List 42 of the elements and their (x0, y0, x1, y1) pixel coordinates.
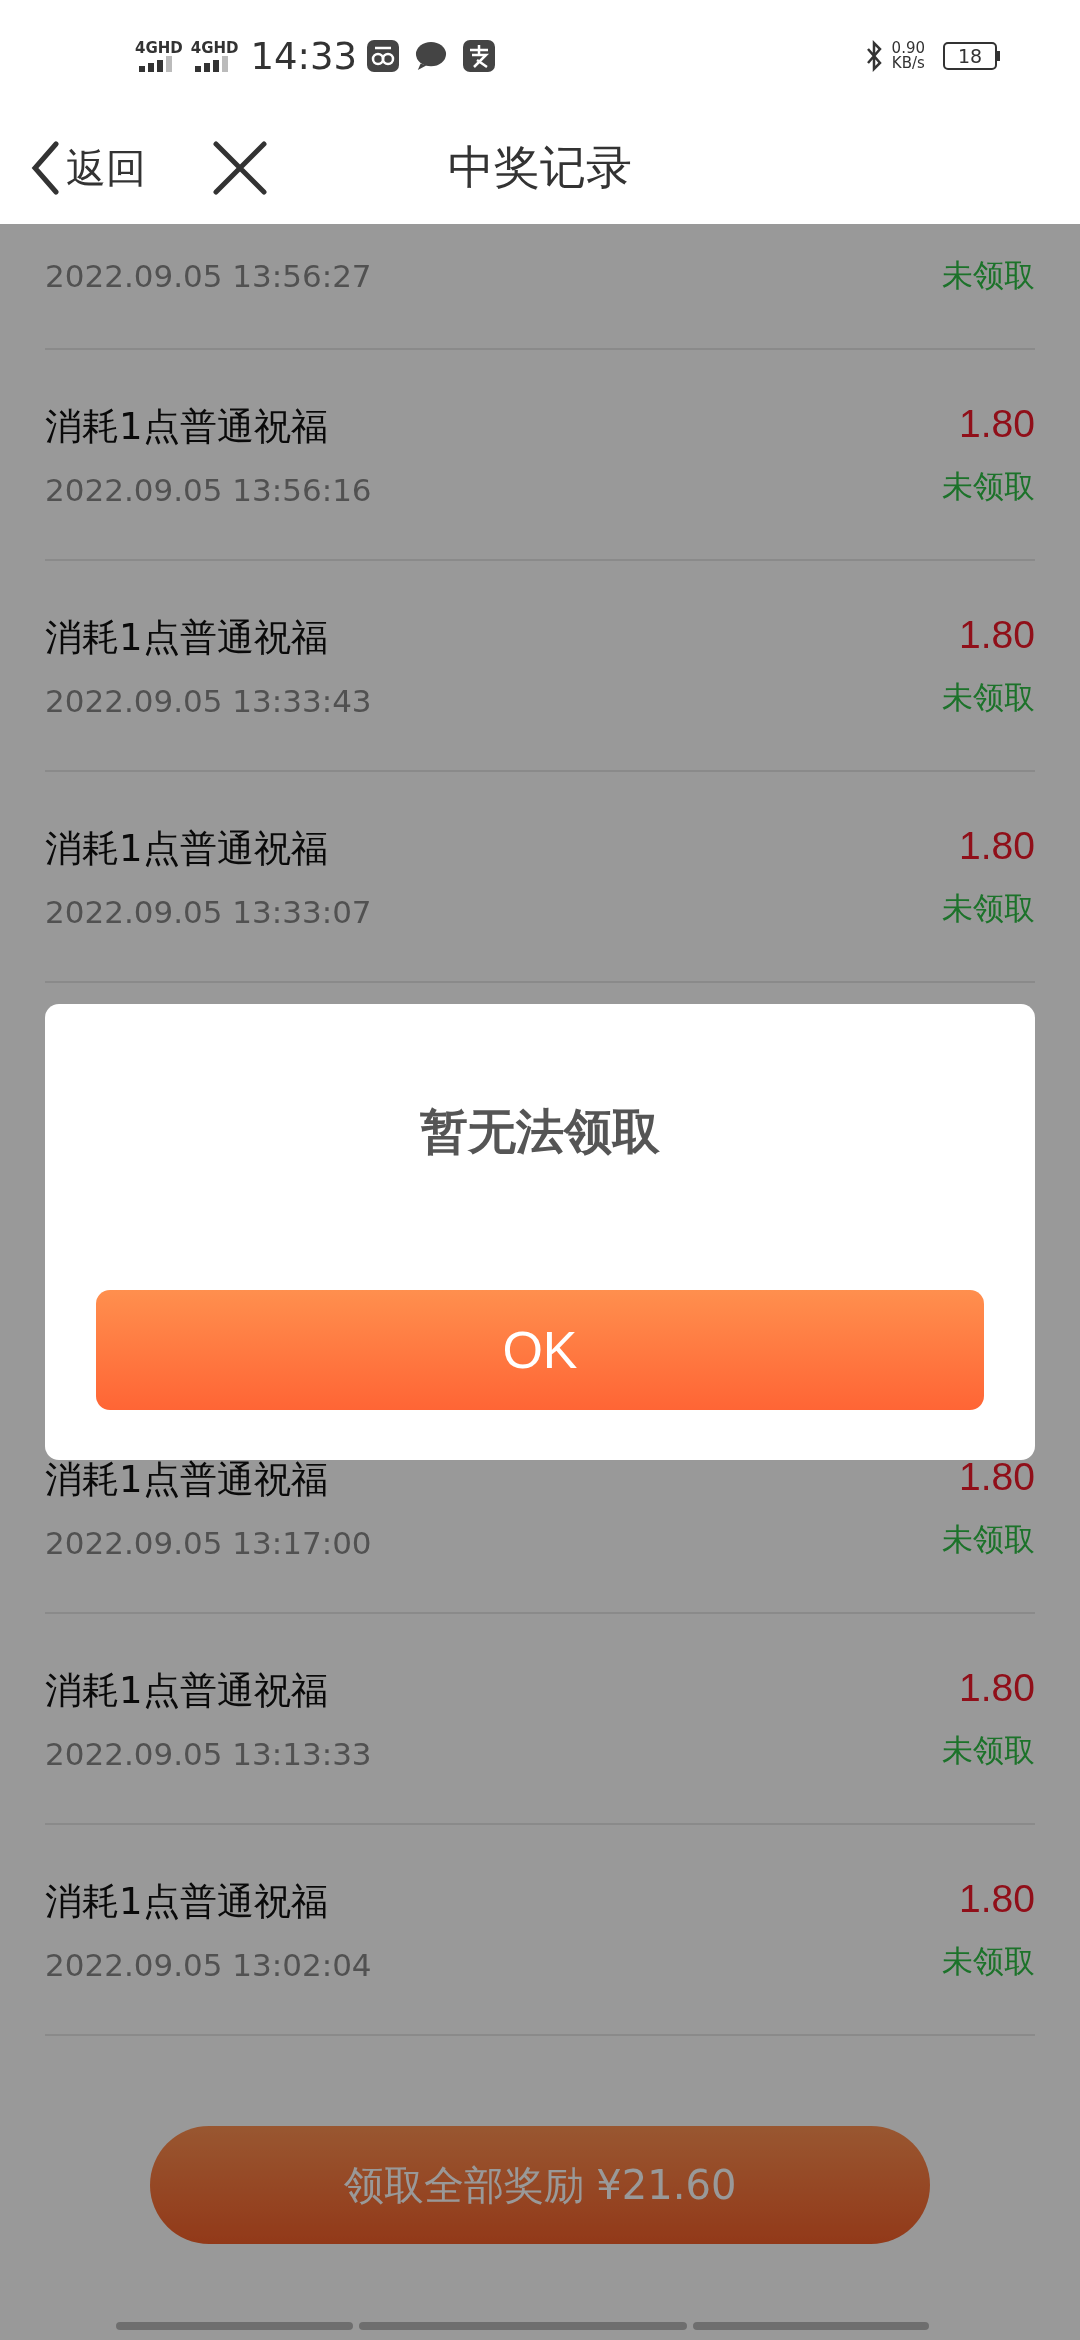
speed-unit: KB/s (891, 56, 925, 71)
record-title: 消耗1点普通祝福 (45, 1456, 329, 1503)
chevron-left-icon (30, 141, 60, 195)
record-time: 2022.09.05 13:33:43 (45, 682, 372, 719)
record-amount: 1.80 (959, 1665, 1035, 1710)
record-title: 消耗1点普通祝福 (45, 403, 329, 450)
dialog-message: 暂无法领取 (420, 1102, 660, 1161)
record-status: 未领取 (942, 255, 1035, 295)
record-time: 2022.09.05 13:02:04 (45, 1946, 372, 1983)
chat-bubble-icon (415, 40, 448, 72)
app-icon (367, 40, 400, 72)
back-button[interactable]: 返回 (30, 140, 146, 196)
record-title: 消耗1点普通祝福 (45, 825, 329, 872)
record-status: 未领取 (942, 1519, 1035, 1559)
record-time: 2022.09.05 13:13:33 (45, 1735, 372, 1772)
record-title: 消耗1点普通祝福 (45, 614, 329, 661)
record-amount: 1.80 (959, 401, 1035, 446)
record-title: 消耗1点普通祝福 (45, 1878, 329, 1925)
record-status: 未领取 (942, 677, 1035, 717)
record-title: 消耗1点普通祝福 (45, 1667, 329, 1714)
close-icon[interactable] (210, 138, 270, 198)
claim-all-button[interactable]: 领取全部奖励 ¥21.60 (150, 2126, 930, 2244)
ok-button[interactable]: OK (96, 1290, 984, 1410)
record-status: 未领取 (942, 466, 1035, 506)
record-time: 2022.09.05 13:17:00 (45, 1524, 372, 1561)
record-amount: 1.80 (959, 1454, 1035, 1499)
record-time: 2022.09.05 13:56:16 (45, 471, 372, 508)
network-label: 4GHD (190, 40, 239, 56)
record-amount: 1.80 (959, 612, 1035, 657)
record-amount: 1.80 (959, 1876, 1035, 1921)
network-label: 4GHD (135, 40, 183, 56)
record-time: 2022.09.05 13:33:07 (45, 893, 372, 930)
app-icon (463, 40, 496, 72)
record-amount: 1.80 (959, 823, 1035, 868)
record-status: 未领取 (942, 1941, 1035, 1981)
record-status: 未领取 (942, 1730, 1035, 1770)
record-status: 未领取 (942, 888, 1035, 928)
network-speed: 0.90 (891, 41, 925, 56)
page-title: 中奖记录 (448, 140, 632, 194)
battery-level: 18 (943, 42, 997, 70)
record-time: 2022.09.05 13:56:27 (45, 257, 372, 294)
clock: 14:33 (250, 34, 358, 78)
